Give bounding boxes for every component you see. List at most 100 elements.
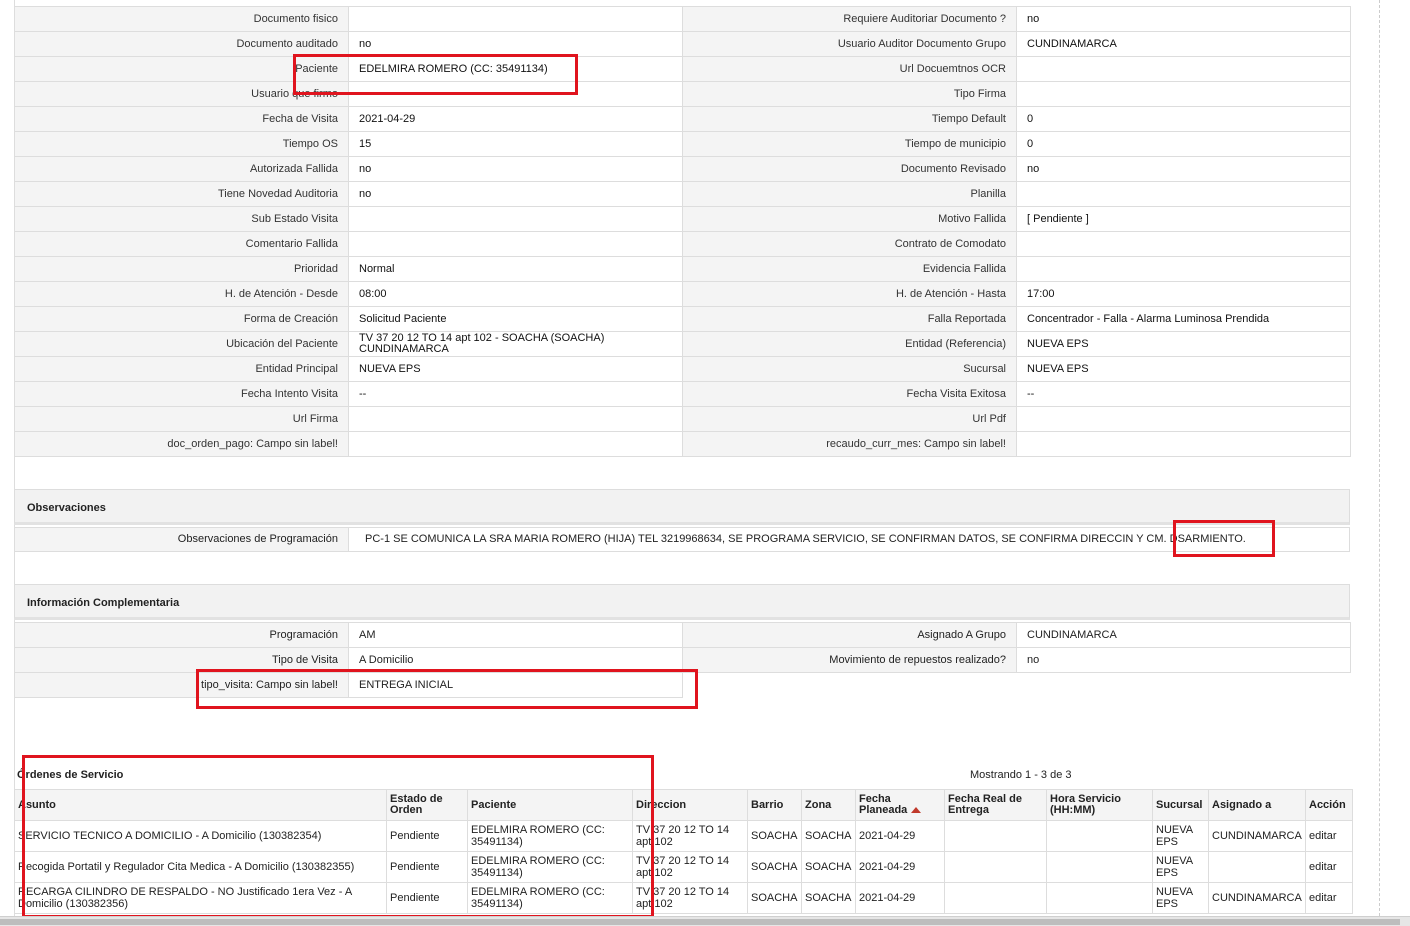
field-label-tipo-firma: Tipo Firma xyxy=(682,81,1017,107)
field-value-tiene-novedad-auditoria: no xyxy=(348,181,683,207)
table-row: SERVICIO TECNICO A DOMICILIO - A Domicil… xyxy=(14,820,1353,852)
field-label-tiempo-os: Tiempo OS xyxy=(14,131,349,157)
field-label-h-de-atencion-desde: H. de Atención - Desde xyxy=(14,281,349,307)
info-row: Programación AM Asignado A Grupo CUNDINAMAR… xyxy=(14,622,1351,648)
col-header-asignado-a[interactable]: Asignado a xyxy=(1208,789,1306,821)
col-header-label: Asignado a xyxy=(1212,798,1272,811)
field-value-evidencia-fallida xyxy=(1016,256,1351,282)
info-empty-cell xyxy=(682,672,1017,698)
field-value-prioridad: Normal xyxy=(348,256,683,282)
field-label-documento-fisico: Documento fisico xyxy=(14,6,349,32)
field-value-entidad-referencia: NUEVA EPS xyxy=(1016,331,1351,357)
field-label-entidad-principal: Entidad Principal xyxy=(14,356,349,382)
cell-paciente: EDELMIRA ROMERO (CC: 35491134) xyxy=(467,882,633,914)
visit-detail-table: Documento fisico Requiere Auditoriar Docu… xyxy=(14,6,1351,457)
field-label-tiene-novedad-auditoria: Tiene Novedad Auditoria xyxy=(14,181,349,207)
info-row: tipo_visita: Campo sin label! ENTREGA INI… xyxy=(14,672,1351,698)
field-label-recaudo-curr-mes-campo-sin-label: recaudo_curr_mes: Campo sin label! xyxy=(682,431,1017,457)
col-header-sucursal[interactable]: Sucursal xyxy=(1152,789,1209,821)
field-value-forma-de-creacion: Solicitud Paciente xyxy=(348,306,683,332)
info-complementaria-table: Programación AM Asignado A Grupo CUNDINAMAR… xyxy=(14,622,1351,698)
field-label-doc-orden-pago-campo-sin-label: doc_orden_pago: Campo sin label! xyxy=(14,431,349,457)
field-value-autorizada-fallida: no xyxy=(348,156,683,182)
col-header-label: Sucursal xyxy=(1156,798,1203,811)
col-header-hora-servicio-hh-mm[interactable]: Hora Servicio (HH:MM) xyxy=(1046,789,1153,821)
col-header-paciente[interactable]: Paciente xyxy=(467,789,633,821)
field-label-documento-revisado: Documento Revisado xyxy=(682,156,1017,182)
col-header-fecha-planeada[interactable]: Fecha Planeada xyxy=(855,789,945,821)
cell-sucursal: NUEVA EPS xyxy=(1152,851,1209,883)
orders-count: Mostrando 1 - 3 de 3 xyxy=(970,769,1072,781)
field-value-motivo-fallida: [ Pendiente ] xyxy=(1016,206,1351,232)
col-header-direccion[interactable]: Direccion xyxy=(632,789,748,821)
detail-row: Sub Estado Visita Motivo Fallida[ Pendien… xyxy=(14,206,1351,232)
field-label-entidad-referencia: Entidad (Referencia) xyxy=(682,331,1017,357)
info-complementaria-header: Información Complementaria xyxy=(14,584,1350,620)
field-label-prioridad: Prioridad xyxy=(14,256,349,282)
field-value-usuario-que-firmo xyxy=(348,81,683,107)
info-label-movimiento-de-repuestos-realizado: Movimiento de repuestos realizado? xyxy=(682,647,1017,673)
detail-row: Url Firma Url Pdf xyxy=(14,406,1351,432)
cell-barrio: SOACHA xyxy=(747,851,802,883)
field-value-contrato-de-comodato xyxy=(1016,231,1351,257)
cell-paciente: EDELMIRA ROMERO (CC: 35491134) xyxy=(467,820,633,852)
edit-link[interactable]: editar xyxy=(1305,820,1353,852)
field-label-usuario-que-firmo: Usuario que firmo xyxy=(14,81,349,107)
field-value-sub-estado-visita xyxy=(348,206,683,232)
sort-asc-icon[interactable] xyxy=(911,807,922,814)
field-label-tiempo-de-municipio: Tiempo de municipio xyxy=(682,131,1017,157)
observaciones-label: Observaciones de Programación xyxy=(15,528,349,551)
cell-asunto: Recogida Portatil y Regulador Cita Medic… xyxy=(14,851,387,883)
edit-link[interactable]: editar xyxy=(1305,882,1353,914)
cell-estado-de-orden: Pendiente xyxy=(386,851,468,883)
field-value-url-docuemtnos-ocr xyxy=(1016,56,1351,82)
col-header-label: Hora Servicio (HH:MM) xyxy=(1050,793,1121,816)
field-value-fecha-intento-visita: -- xyxy=(348,381,683,407)
info-empty-cell xyxy=(1016,672,1351,698)
field-value-recaudo-curr-mes-campo-sin-label xyxy=(1016,431,1351,457)
horizontal-scrollbar[interactable] xyxy=(0,916,1410,926)
cell-paciente: EDELMIRA ROMERO (CC: 35491134) xyxy=(467,851,633,883)
col-header-label: Acción xyxy=(1309,798,1346,811)
cell-fecha-planeada: 2021-04-29 xyxy=(855,851,945,883)
info-value-movimiento-de-repuestos-realizado: no xyxy=(1016,647,1351,673)
field-value-h-de-atencion-hasta: 17:00 xyxy=(1016,281,1351,307)
table-row: Recogida Portatil y Regulador Cita Medic… xyxy=(14,851,1353,883)
field-label-url-firma: Url Firma xyxy=(14,406,349,432)
field-value-sucursal: NUEVA EPS xyxy=(1016,356,1351,382)
col-header-label: Fecha Planeada xyxy=(859,793,908,816)
col-header-accion[interactable]: Acción xyxy=(1305,789,1353,821)
cell-fecha-real-de-entrega xyxy=(944,851,1047,883)
field-label-sub-estado-visita: Sub Estado Visita xyxy=(14,206,349,232)
col-header-fecha-real-de-entrega[interactable]: Fecha Real de Entrega xyxy=(944,789,1047,821)
cell-hora-servicio-hh-mm xyxy=(1046,820,1153,852)
col-header-estado-de-orden[interactable]: Estado de Orden xyxy=(386,789,468,821)
field-label-falla-reportada: Falla Reportada xyxy=(682,306,1017,332)
col-header-barrio[interactable]: Barrio xyxy=(747,789,802,821)
col-header-zona[interactable]: Zona xyxy=(801,789,856,821)
cell-barrio: SOACHA xyxy=(747,882,802,914)
detail-row: Fecha Intento Visita -- Fecha Visita Exito… xyxy=(14,381,1351,407)
cell-hora-servicio-hh-mm xyxy=(1046,882,1153,914)
cell-direccion: TV 37 20 12 TO 14 apt 102 xyxy=(632,820,748,852)
detail-row: Ubicación del Paciente TV 37 20 12 TO 14 … xyxy=(14,331,1351,357)
field-label-contrato-de-comodato: Contrato de Comodato xyxy=(682,231,1017,257)
info-label-asignado-a-grupo: Asignado A Grupo xyxy=(682,622,1017,648)
cell-direccion: TV 37 20 12 TO 14 apt 102 xyxy=(632,882,748,914)
info-label-tipo-visita-campo-sin-label: tipo_visita: Campo sin label! xyxy=(14,672,349,698)
field-label-forma-de-creacion: Forma de Creación xyxy=(14,306,349,332)
col-header-asunto[interactable]: Asunto xyxy=(14,789,387,821)
detail-row: Tiene Novedad Auditoria no Planilla xyxy=(14,181,1351,207)
cell-asignado-a: CUNDINAMARCA xyxy=(1208,882,1306,914)
field-value-falla-reportada: Concentrador - Falla - Alarma Luminosa P… xyxy=(1016,306,1351,332)
field-label-paciente: Paciente xyxy=(14,56,349,82)
cell-sucursal: NUEVA EPS xyxy=(1152,820,1209,852)
field-value-h-de-atencion-desde: 08:00 xyxy=(348,281,683,307)
cell-hora-servicio-hh-mm xyxy=(1046,851,1153,883)
field-value-paciente: EDELMIRA ROMERO (CC: 35491134) xyxy=(348,56,683,82)
detail-row: Prioridad Normal Evidencia Fallida xyxy=(14,256,1351,282)
scrollbar-thumb[interactable] xyxy=(0,919,1400,925)
edit-link[interactable]: editar xyxy=(1305,851,1353,883)
info-row: Tipo de Visita A Domicilio Movimiento de r… xyxy=(14,647,1351,673)
field-value-documento-auditado: no xyxy=(348,31,683,57)
